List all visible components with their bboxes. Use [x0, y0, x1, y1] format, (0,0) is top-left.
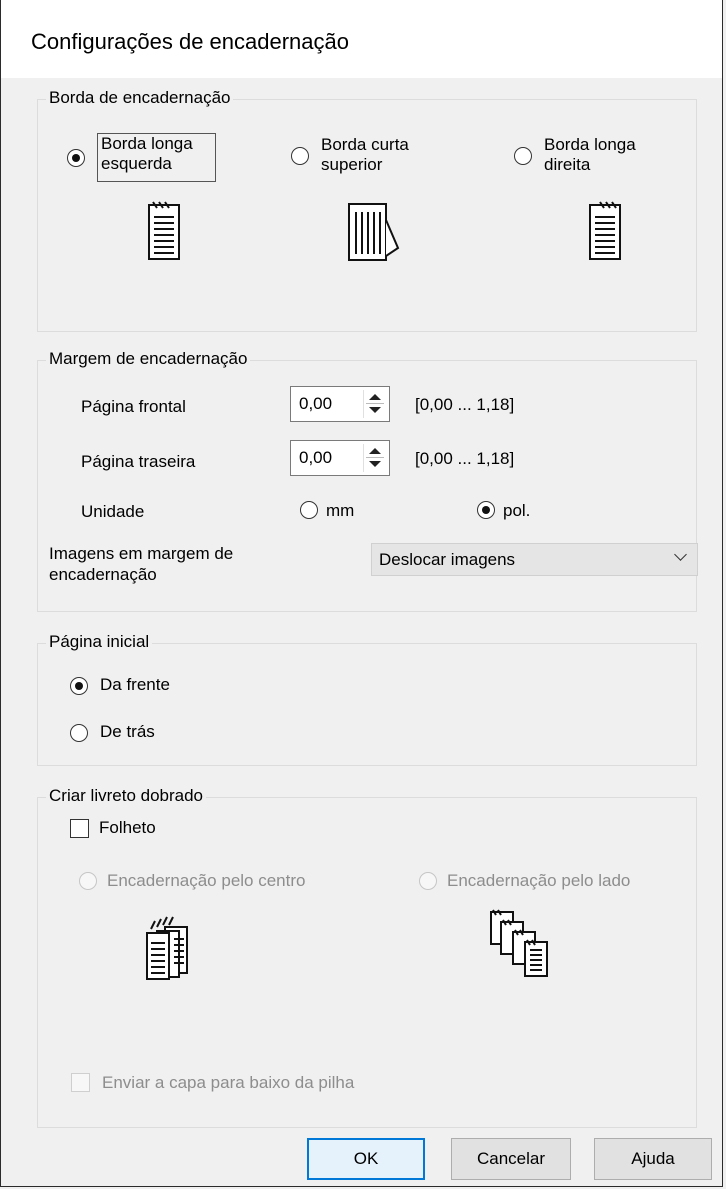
center-binding-booklet-icon: [146, 916, 188, 980]
label-line2: superior: [321, 155, 383, 174]
spinner-buttons[interactable]: [363, 444, 386, 472]
back-page-label: Página traseira: [81, 452, 196, 471]
side-binding-label[interactable]: Encadernação pelo lado: [447, 871, 630, 891]
cover-bottom-label[interactable]: Enviar a capa para baixo da pilha: [102, 1073, 354, 1093]
label-line2: encadernação: [49, 565, 157, 584]
front-margin-spinner[interactable]: 0,00: [290, 386, 390, 422]
radio-start-front[interactable]: [70, 677, 88, 695]
binding-margin-legend: Margem de encadernação: [46, 349, 251, 369]
cover-bottom-checkbox[interactable]: [71, 1073, 90, 1092]
start-front-label[interactable]: Da frente: [100, 675, 170, 695]
back-margin-spinner[interactable]: 0,00: [290, 440, 390, 476]
side-binding-booklet-icon: [490, 909, 548, 977]
spin-down-icon[interactable]: [369, 407, 381, 413]
front-page-label: Página frontal: [81, 397, 186, 416]
label-line1: Borda longa: [544, 135, 636, 154]
booklet-legend: Criar livreto dobrado: [46, 786, 207, 806]
images-in-margin-label: Imagens em margem de encadernação: [49, 543, 233, 585]
right-bound-page-icon: [589, 201, 621, 260]
start-page-legend: Página inicial: [46, 632, 153, 652]
back-margin-value[interactable]: 0,00: [299, 448, 332, 468]
left-bound-page-icon: [148, 201, 180, 260]
booklet-label[interactable]: Folheto: [99, 818, 156, 838]
images-in-margin-value: Deslocar imagens: [379, 550, 516, 569]
back-range-label: [0,00 ... 1,18]: [415, 449, 515, 468]
dialog-title: Configurações de encadernação: [31, 29, 350, 54]
radio-center-binding[interactable]: [79, 872, 97, 890]
spin-up-icon[interactable]: [369, 448, 381, 454]
label-long-edge-left[interactable]: Borda longa esquerda: [101, 134, 193, 174]
binding-edge-legend: Borda de encadernação: [46, 88, 234, 108]
radio-long-edge-left[interactable]: [67, 149, 85, 167]
start-page-group: Página inicial: [37, 632, 697, 766]
label-line2: direita: [544, 155, 591, 174]
chevron-down-icon: [674, 548, 687, 561]
label-line2: esquerda: [101, 154, 172, 173]
label-long-edge-right[interactable]: Borda longa direita: [544, 135, 636, 175]
top-bound-page-icon: [348, 203, 400, 261]
label-line1: Borda longa: [101, 134, 193, 153]
spin-divider: [366, 403, 384, 404]
radio-long-edge-right[interactable]: [514, 147, 532, 165]
front-margin-value[interactable]: 0,00: [299, 394, 332, 414]
images-in-margin-dropdown[interactable]: Deslocar imagens: [371, 543, 698, 576]
binding-settings-dialog: Configurações de encadernação Borda de e…: [0, 0, 723, 1187]
unit-inch-label[interactable]: pol.: [503, 501, 530, 521]
radio-start-back[interactable]: [70, 724, 88, 742]
start-back-label[interactable]: De trás: [100, 722, 155, 742]
front-range-label: [0,00 ... 1,18]: [415, 395, 515, 414]
unit-label: Unidade: [81, 502, 145, 521]
spin-up-icon[interactable]: [369, 394, 381, 400]
booklet-checkbox[interactable]: [70, 819, 89, 838]
label-line1: Borda curta: [321, 135, 409, 154]
label-line1: Imagens em margem de: [49, 544, 234, 563]
label-short-edge-top[interactable]: Borda curta superior: [321, 135, 409, 175]
radio-side-binding[interactable]: [419, 872, 437, 890]
spin-down-icon[interactable]: [369, 461, 381, 467]
title-bar: Configurações de encadernação: [1, 0, 722, 78]
unit-mm-label[interactable]: mm: [326, 501, 354, 521]
help-button[interactable]: Ajuda: [594, 1138, 712, 1180]
spinner-buttons[interactable]: [363, 390, 386, 418]
radio-short-edge-top[interactable]: [291, 147, 309, 165]
radio-unit-inch[interactable]: [477, 501, 495, 519]
center-binding-label[interactable]: Encadernação pelo centro: [107, 871, 305, 891]
spin-divider: [366, 457, 384, 458]
cancel-button[interactable]: Cancelar: [451, 1138, 571, 1180]
radio-unit-mm[interactable]: [300, 501, 318, 519]
ok-button[interactable]: OK: [307, 1138, 425, 1180]
